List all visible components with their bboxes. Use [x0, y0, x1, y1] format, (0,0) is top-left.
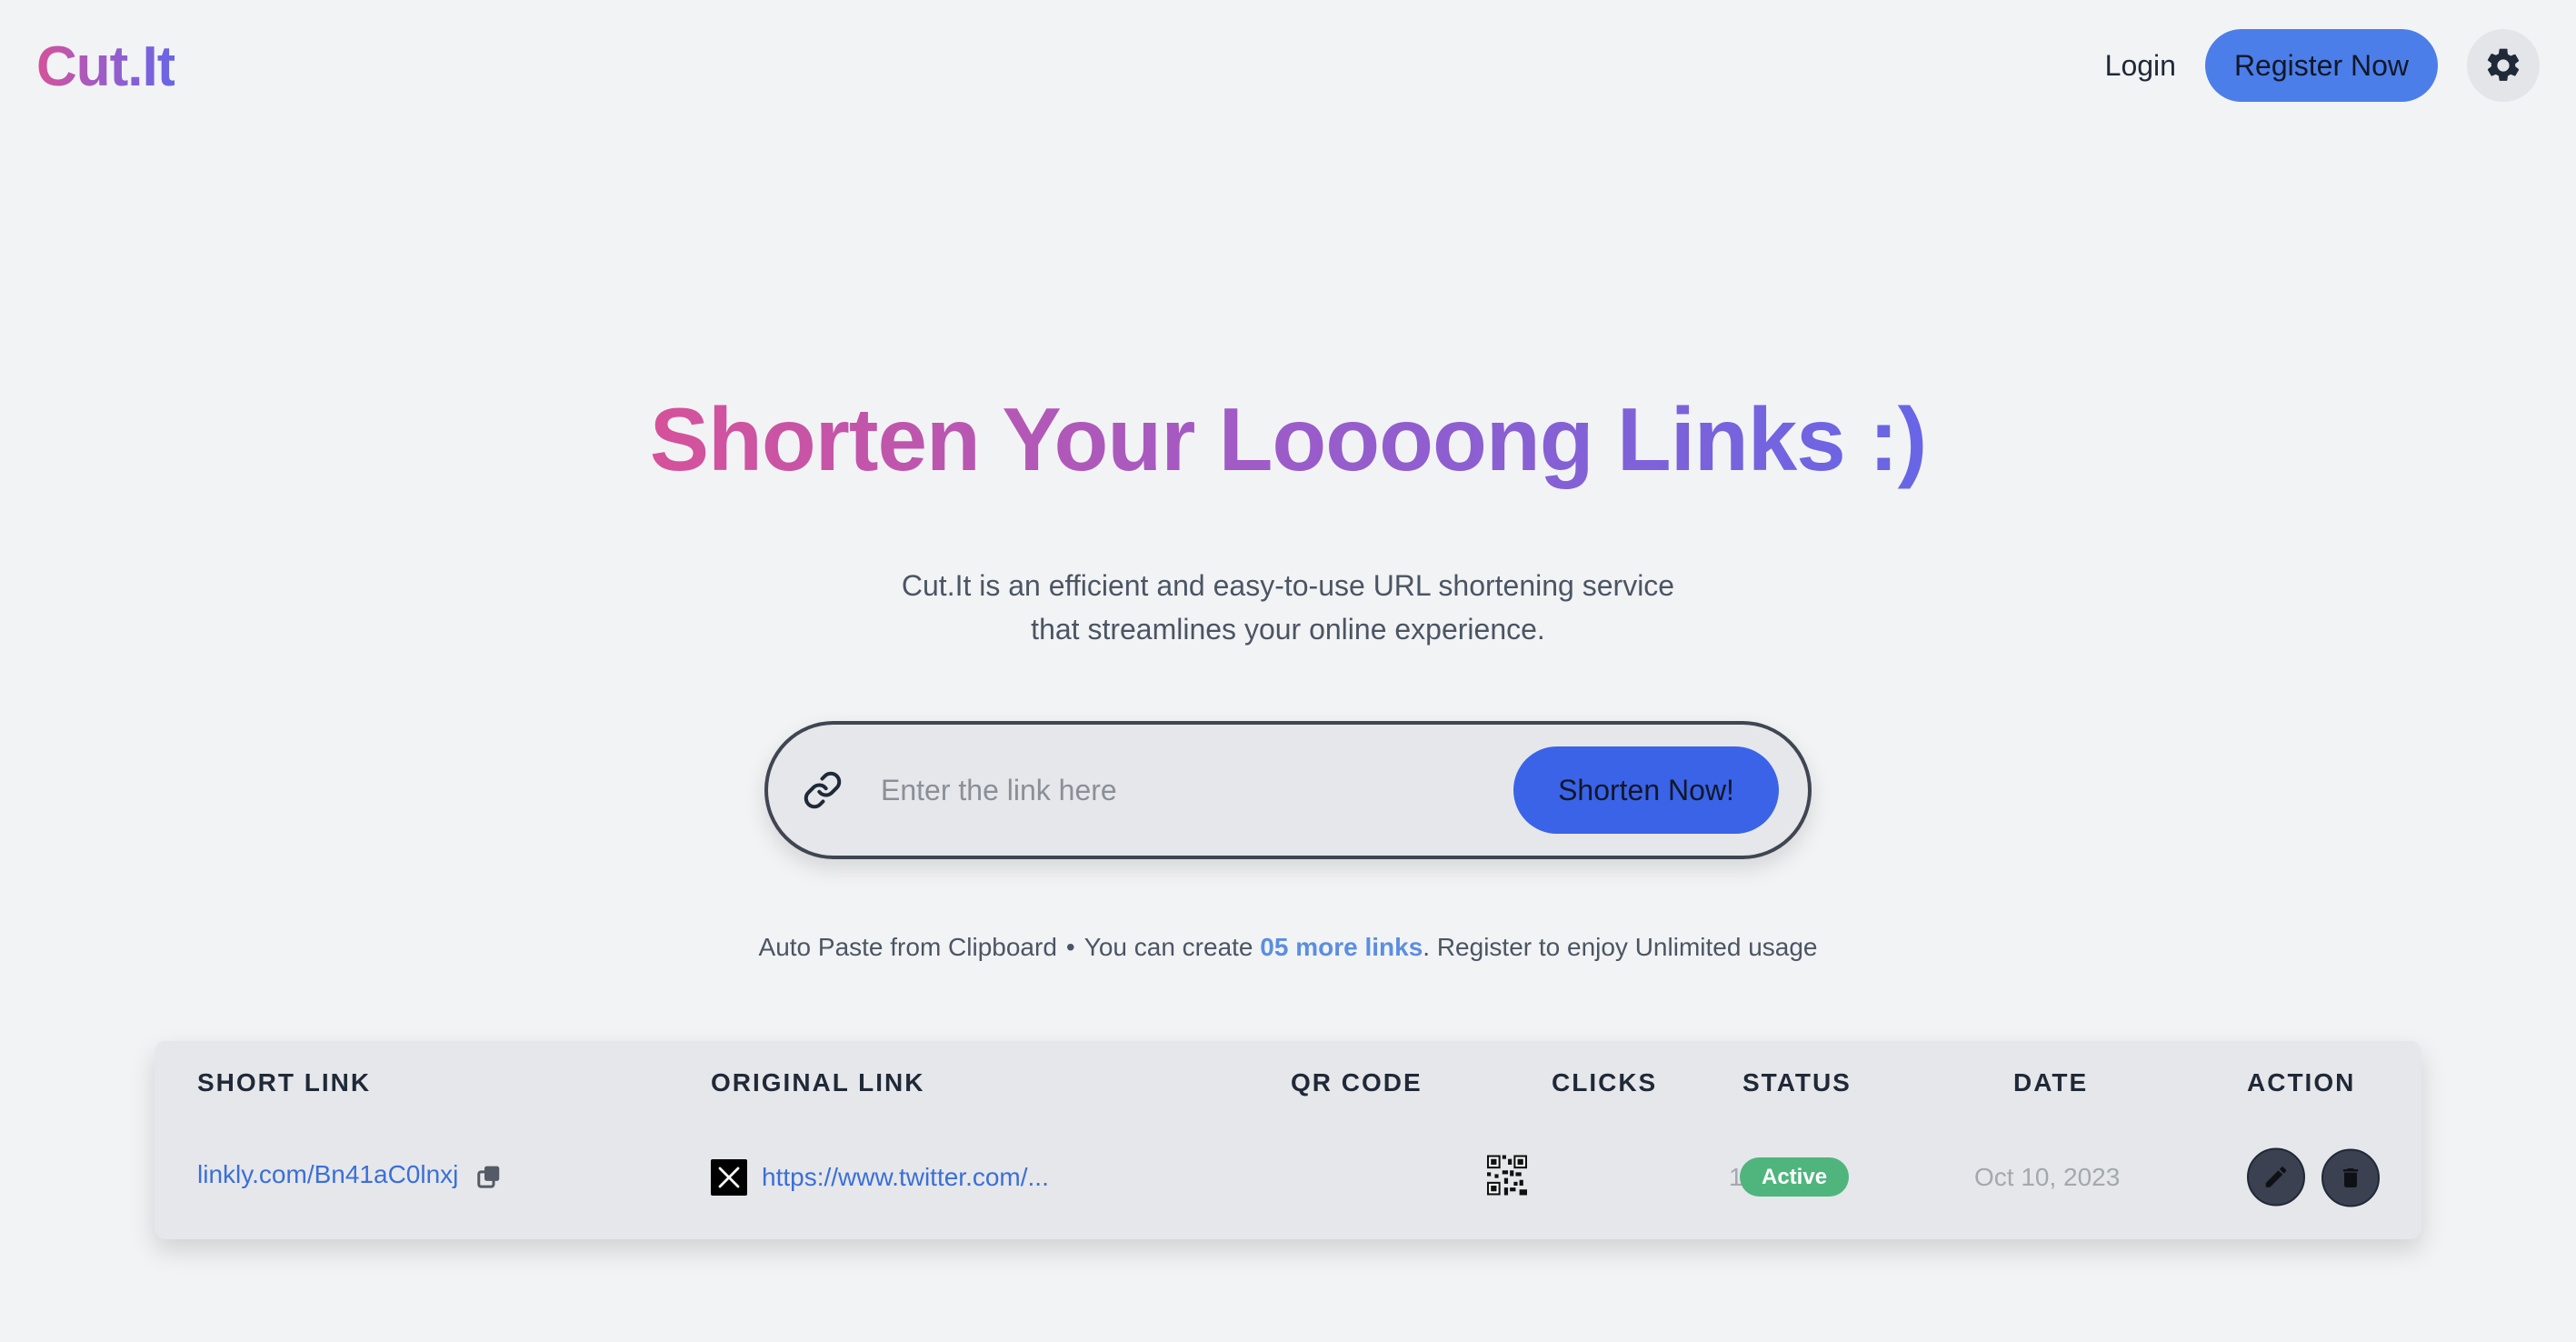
- usage-info: Auto Paste from Clipboard • You can create…: [0, 933, 2576, 962]
- shorten-button[interactable]: Shorten Now!: [1513, 746, 1779, 834]
- original-link[interactable]: https://www.twitter.com/...: [762, 1163, 1049, 1192]
- hero-title-part-1: Shorten Your: [649, 389, 1195, 489]
- theme-toggle-button[interactable]: [2467, 29, 2540, 102]
- trash-icon: [2343, 1168, 2359, 1187]
- delete-button[interactable]: [2321, 1148, 2381, 1207]
- brand-logo[interactable]: Cut.It: [36, 35, 175, 99]
- links-table: SHORT LINK ORIGINAL LINK QR CODE CLICKS …: [155, 1041, 2421, 1239]
- short-link[interactable]: linkly.com/Bn41aC0lnxj: [197, 1160, 458, 1188]
- qr-code-icon[interactable]: [1487, 1155, 1527, 1200]
- short-link-cell: linkly.com/Bn41aC0lnxj: [197, 1160, 503, 1195]
- hero-title-part-3: Links :): [1616, 389, 1927, 489]
- info-separator: •: [1065, 933, 1075, 961]
- gear-icon: [2487, 48, 2520, 81]
- login-link[interactable]: Login: [2105, 49, 2176, 83]
- header-original-link: ORIGINAL LINK: [711, 1068, 925, 1097]
- hero-subtitle: Cut.It is an efficient and easy-to-use U…: [0, 564, 2576, 651]
- top-nav: Login Register Now: [2105, 29, 2540, 102]
- copy-icon[interactable]: [475, 1163, 503, 1195]
- header-action: ACTION: [2247, 1068, 2356, 1097]
- actions-cell: [2247, 1147, 2381, 1207]
- hero-title-text: Shorten Your Loooong Links :): [650, 391, 1927, 489]
- header-qr-code: QR CODE: [1291, 1068, 1423, 1097]
- link-input[interactable]: [881, 754, 1513, 826]
- hero-subtitle-line-1: Cut.It is an efficient and easy-to-use U…: [901, 569, 1675, 602]
- hero-title-part-2: Loooong: [1218, 389, 1593, 489]
- header-clicks: CLICKS: [1552, 1068, 1658, 1097]
- status-badge: Active: [1740, 1157, 1850, 1197]
- shorten-form: Shorten Now!: [764, 721, 1812, 859]
- info-prefix: You can create: [1083, 933, 1253, 961]
- pencil-icon: [2265, 1167, 2287, 1187]
- header-short-link: SHORT LINK: [197, 1068, 372, 1097]
- auto-paste-toggle[interactable]: Auto Paste from Clipboard: [759, 933, 1057, 961]
- header-status: STATUS: [1742, 1068, 1852, 1097]
- edit-button[interactable]: [2247, 1147, 2305, 1207]
- header-date: DATE: [2013, 1068, 2089, 1097]
- hero-title: Shorten Your Loooong Links :): [0, 391, 2576, 489]
- x-logo-icon: [711, 1159, 747, 1196]
- info-suffix: . Register to enjoy Unlimited usage: [1423, 933, 1818, 961]
- remaining-links-count: 05 more links: [1260, 933, 1423, 961]
- link-icon: [801, 768, 844, 812]
- hero-subtitle-line-2: that streamlines your online experience.: [1031, 613, 1545, 646]
- original-link-cell: https://www.twitter.com/...: [711, 1159, 1049, 1196]
- status-cell: Active: [1740, 1157, 1850, 1197]
- date-cell: Oct 10, 2023: [1974, 1163, 2121, 1191]
- register-button[interactable]: Register Now: [2204, 29, 2438, 102]
